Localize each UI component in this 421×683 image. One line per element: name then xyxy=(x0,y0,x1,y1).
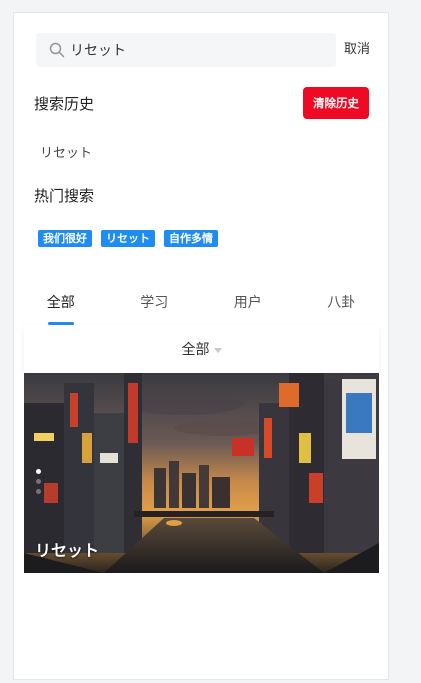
tab-study[interactable]: 学习 xyxy=(108,287,202,325)
tab-all[interactable]: 全部 xyxy=(14,287,108,325)
carousel-dot[interactable] xyxy=(36,479,41,484)
carousel-dot[interactable] xyxy=(36,489,41,494)
hot-tag[interactable]: 自作多情 xyxy=(164,230,218,247)
hot-search-title: 热门搜索 xyxy=(34,187,95,205)
chevron-down-icon xyxy=(213,347,222,353)
cancel-button[interactable]: 取消 xyxy=(344,33,370,67)
hot-tag[interactable]: リセット xyxy=(101,230,155,247)
search-icon xyxy=(49,42,65,58)
banner-title: リセット xyxy=(35,541,100,560)
hot-tags: 我们很好 リセット 自作多情 xyxy=(38,230,218,247)
clear-history-button[interactable]: 清除历史 xyxy=(303,87,369,119)
search-input[interactable] xyxy=(70,42,320,58)
carousel-indicator xyxy=(36,469,41,494)
mobile-frame: 取消 搜索历史 清除历史 リセット 热门搜索 我们很好 リセット 自作多情 全部… xyxy=(13,12,389,680)
tab-users[interactable]: 用户 xyxy=(201,287,295,325)
category-tabs: 全部 学习 用户 八卦 xyxy=(14,287,388,325)
history-title: 搜索历史 xyxy=(34,95,95,113)
search-box[interactable] xyxy=(36,33,336,67)
carousel-dot[interactable] xyxy=(36,469,41,474)
tab-gossip[interactable]: 八卦 xyxy=(295,287,389,325)
history-item[interactable]: リセット xyxy=(40,142,92,161)
banner-swipe[interactable]: リセット xyxy=(24,373,379,573)
hot-tag[interactable]: 我们很好 xyxy=(38,230,92,247)
search-row: 取消 xyxy=(36,33,376,67)
filter-dropdown[interactable]: 全部 xyxy=(24,325,379,373)
filter-selected-label: 全部 xyxy=(181,342,210,358)
